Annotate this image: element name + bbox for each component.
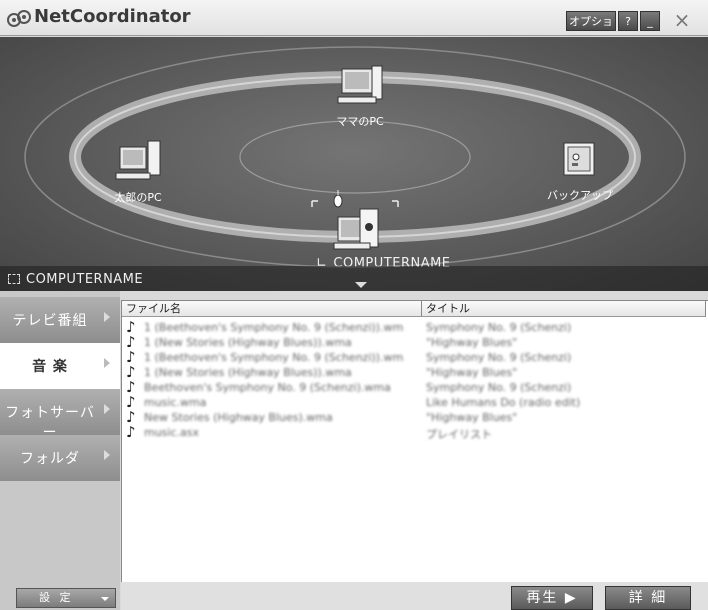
node-mama-pc[interactable]: ママのPC <box>325 63 395 129</box>
track-title: "Highway Blues" <box>426 366 518 379</box>
track-title: プレイリスト <box>426 428 492 441</box>
chevron-right-icon <box>104 404 110 414</box>
list-item[interactable]: ♪ 1 (New Stories (Highway Blues)).wma "H… <box>126 334 696 351</box>
current-computer-name: COMPUTERNAME <box>26 272 144 287</box>
node-label: ママのPC <box>336 115 384 128</box>
title-bar: NetCoordinator オプション ▾ ? _ × <box>0 0 708 48</box>
app-logo-icon <box>7 10 31 27</box>
file-name: music.wma <box>144 396 207 409</box>
list-item[interactable]: ♪ 1 (Beethoven's Symphony No. 9 (Schenzi… <box>126 349 696 366</box>
file-list[interactable]: ファイル名 タイトル ♪ 1 (Beethoven's Symphony No.… <box>121 300 708 582</box>
track-title: Symphony No. 9 (Schenzi) <box>426 381 572 394</box>
chevron-right-icon <box>104 312 110 322</box>
file-name: 1 (New Stories (Highway Blues)).wma <box>144 366 352 379</box>
settings-label: 設 定 <box>39 591 74 604</box>
node-taro-pc[interactable]: 太郎のPC <box>98 139 178 205</box>
list-item[interactable]: ♪ 1 (New Stories (Highway Blues)).wma "H… <box>126 364 696 381</box>
sidebar-item-folder[interactable]: フォルダ <box>0 435 120 481</box>
sidebar-item-label: テレビ番組 <box>12 313 88 329</box>
node-current-computer[interactable] <box>300 179 410 259</box>
backup-safe-icon <box>563 142 595 176</box>
sidebar-item-label: 音 楽 <box>32 359 68 375</box>
play-button[interactable]: 再生 ▶ <box>511 586 593 610</box>
desktop-pc-icon <box>337 65 383 104</box>
current-computer-bar: COMPUTERNAME <box>0 266 708 291</box>
node-label: 太郎のPC <box>114 191 162 204</box>
chevron-right-icon <box>104 450 110 460</box>
details-button[interactable]: 詳 細 <box>605 586 691 610</box>
category-sidebar: テレビ番組 音 楽 フォトサーバー フォルダ 設 定 <box>0 291 120 610</box>
column-header-title[interactable]: タイトル <box>422 301 706 317</box>
track-title: Symphony No. 9 (Schenzi) <box>426 321 572 334</box>
list-item[interactable]: ♪ New Stories (Highway Blues).wma "Highw… <box>126 409 696 426</box>
minimize-button[interactable]: _ <box>640 11 660 31</box>
file-name: music.asx <box>144 426 199 439</box>
chevron-right-icon <box>104 358 110 368</box>
track-title: "Highway Blues" <box>426 411 518 424</box>
track-title: "Highway Blues" <box>426 336 518 349</box>
dropdown-arrow-icon <box>101 597 109 601</box>
network-map: ママのPC 太郎のPC バックアップ ∟ COMPUTERNAME COMPUT… <box>0 37 708 291</box>
list-item[interactable]: ♪ music.wma Like Humans Do (radio edit) <box>126 394 696 411</box>
sidebar-item-music[interactable]: 音 楽 <box>0 343 120 389</box>
sidebar-item-photo-server[interactable]: フォトサーバー <box>0 389 120 441</box>
file-name: 1 (Beethoven's Symphony No. 9 (Schenzi))… <box>144 321 404 334</box>
collapse-arrow-icon[interactable] <box>355 282 367 288</box>
file-name: Beethoven's Symphony No. 9 (Schenzi).wma <box>144 381 391 394</box>
action-bar: 再生 ▶ 詳 細 <box>121 582 708 610</box>
list-item[interactable]: ♪ 1 (Beethoven's Symphony No. 9 (Schenzi… <box>126 319 696 336</box>
close-button[interactable]: × <box>662 8 702 32</box>
track-title: Like Humans Do (radio edit) <box>426 396 581 409</box>
options-button[interactable]: オプション ▾ <box>566 11 616 48</box>
track-title: Symphony No. 9 (Schenzi) <box>426 351 572 364</box>
column-header-filename[interactable]: ファイル名 <box>122 301 422 317</box>
sidebar-item-tv[interactable]: テレビ番組 <box>0 297 120 343</box>
sidebar-item-label: フォルダ <box>20 451 80 467</box>
file-name: 1 (Beethoven's Symphony No. 9 (Schenzi))… <box>144 351 404 364</box>
desktop-pc-icon <box>115 140 161 180</box>
node-label: バックアップ <box>547 189 613 202</box>
selected-pc-icon <box>311 190 399 250</box>
list-item[interactable]: ♪ music.asx プレイリスト <box>126 423 696 441</box>
help-button[interactable]: ? <box>618 11 638 31</box>
node-backup[interactable]: バックアップ <box>540 139 620 203</box>
music-note-icon: ♪ <box>126 423 136 441</box>
app-title: NetCoordinator <box>34 6 191 27</box>
computer-frame-icon <box>8 274 20 284</box>
list-item[interactable]: ♪ Beethoven's Symphony No. 9 (Schenzi).w… <box>126 379 696 396</box>
settings-button[interactable]: 設 定 <box>16 588 116 608</box>
file-name: New Stories (Highway Blues).wma <box>144 411 333 424</box>
file-name: 1 (New Stories (Highway Blues)).wma <box>144 336 352 349</box>
